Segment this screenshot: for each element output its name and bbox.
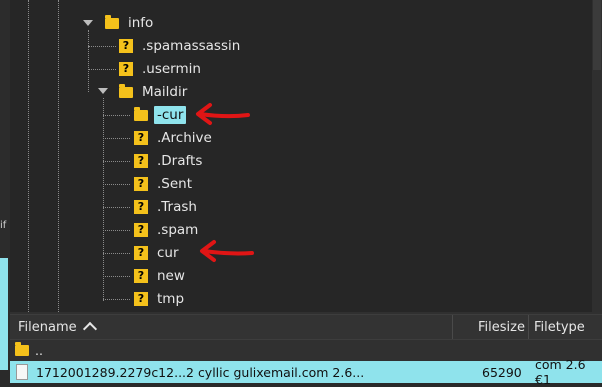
- tree-node-cur[interactable]: ? cur: [134, 242, 182, 264]
- tree-guide-line: [58, 0, 59, 312]
- folder-icon: [134, 106, 148, 121]
- tree-node-label: info: [128, 15, 154, 31]
- column-header-label: Filesize: [478, 319, 525, 335]
- tree-connector: [88, 46, 116, 47]
- unknown-file-icon: ?: [134, 177, 148, 191]
- tree-node-spam[interactable]: ? .spam: [134, 219, 201, 241]
- file-row-parent-dir[interactable]: ..: [10, 339, 602, 361]
- left-edge-panel: if: [0, 0, 10, 370]
- directory-tree[interactable]: info ? .spamassassin ? .usermin Maildir …: [10, 0, 592, 312]
- tree-connector: [103, 299, 130, 300]
- tree-connector: [103, 207, 130, 208]
- tree-node-label: .Sent: [157, 176, 193, 192]
- tree-node-new[interactable]: ? new: [134, 265, 188, 287]
- folder-icon: [15, 341, 29, 356]
- tree-connector: [88, 69, 116, 70]
- column-header-filesize[interactable]: Filesize: [478, 315, 525, 339]
- unknown-file-icon: ?: [134, 246, 148, 260]
- tree-node-trash[interactable]: ? .Trash: [134, 196, 200, 218]
- unknown-file-icon: ?: [134, 223, 148, 237]
- tree-connector: [103, 253, 130, 254]
- tree-node-label: .Archive: [157, 130, 212, 146]
- unknown-file-icon: ?: [134, 269, 148, 283]
- column-header-filetype[interactable]: Filetype: [534, 315, 585, 339]
- unknown-file-icon: ?: [119, 62, 133, 76]
- column-header-filename[interactable]: Filename: [18, 315, 97, 339]
- unknown-file-icon: ?: [134, 292, 148, 306]
- unknown-file-icon: ?: [134, 131, 148, 145]
- tree-node-spamassassin[interactable]: ? .spamassassin: [119, 35, 243, 57]
- red-annotation-arrow: [196, 103, 250, 125]
- tree-node-label: .spam: [157, 222, 199, 238]
- tree-node-label-selected: -cur: [154, 106, 187, 124]
- tree-scrollbar[interactable]: [592, 0, 602, 312]
- tree-node-usermin[interactable]: ? .usermin: [119, 58, 204, 80]
- folder-icon: [105, 14, 119, 29]
- red-annotation-arrow: [200, 240, 254, 262]
- tree-node-label: .spamassassin: [142, 38, 241, 54]
- tree-node-tmp[interactable]: ? tmp: [134, 288, 187, 310]
- tree-connector: [103, 230, 130, 231]
- scrollbar-thumb[interactable]: [593, 0, 601, 70]
- column-divider[interactable]: [452, 315, 453, 339]
- file-name: 1712001289.2279c12...2 cyllic gulixemail…: [36, 364, 365, 380]
- tree-node-label: .Trash: [157, 199, 197, 215]
- tree-node-archive[interactable]: ? .Archive: [134, 127, 215, 149]
- tree-guide-line: [88, 30, 89, 92]
- column-header-label: Filename: [18, 319, 77, 335]
- tree-node-label: tmp: [157, 291, 185, 307]
- column-header-label: Filetype: [534, 319, 585, 335]
- tree-node-label: cur: [157, 245, 179, 261]
- file-size: 65290: [482, 364, 522, 380]
- unknown-file-icon: ?: [134, 154, 148, 168]
- tree-node-label: .Drafts: [157, 153, 203, 169]
- tree-connector: [103, 115, 130, 116]
- tree-node-label: Maildir: [142, 84, 188, 100]
- left-edge-selection: [0, 258, 8, 370]
- sort-ascending-icon: [82, 321, 97, 337]
- file-row-selected[interactable]: 1712001289.2279c12...2 cyllic gulixemail…: [10, 357, 602, 387]
- tree-connector: [103, 138, 130, 139]
- file-name: ..: [35, 342, 43, 358]
- folder-icon: [119, 83, 133, 98]
- tree-connector: [103, 276, 130, 277]
- file-icon: [16, 364, 28, 380]
- expander-maildir[interactable]: [98, 88, 108, 94]
- tree-guide-line: [103, 98, 104, 301]
- unknown-file-icon: ?: [119, 39, 133, 53]
- tree-connector: [103, 184, 130, 185]
- tree-connector: [103, 161, 130, 162]
- tree-node-label: new: [157, 268, 185, 284]
- unknown-file-icon: ?: [134, 200, 148, 214]
- tree-node-info[interactable]: info: [105, 12, 156, 34]
- tree-guide-line: [28, 0, 29, 312]
- file-list-header: Filename Filesize Filetype: [10, 314, 602, 340]
- file-list-panel[interactable]: Filename Filesize Filetype .. 1712001289…: [10, 312, 602, 387]
- tree-node-label: .usermin: [142, 61, 201, 77]
- column-divider[interactable]: [528, 315, 529, 339]
- tree-node-dash-cur[interactable]: -cur: [134, 104, 187, 126]
- tree-node-sent[interactable]: ? .Sent: [134, 173, 195, 195]
- expander-info[interactable]: [83, 20, 93, 26]
- left-edge-glyph: if: [0, 220, 7, 231]
- file-type: com 2.6 €1: [535, 357, 586, 387]
- tree-node-drafts[interactable]: ? .Drafts: [134, 150, 205, 172]
- tree-node-maildir[interactable]: Maildir: [119, 81, 190, 103]
